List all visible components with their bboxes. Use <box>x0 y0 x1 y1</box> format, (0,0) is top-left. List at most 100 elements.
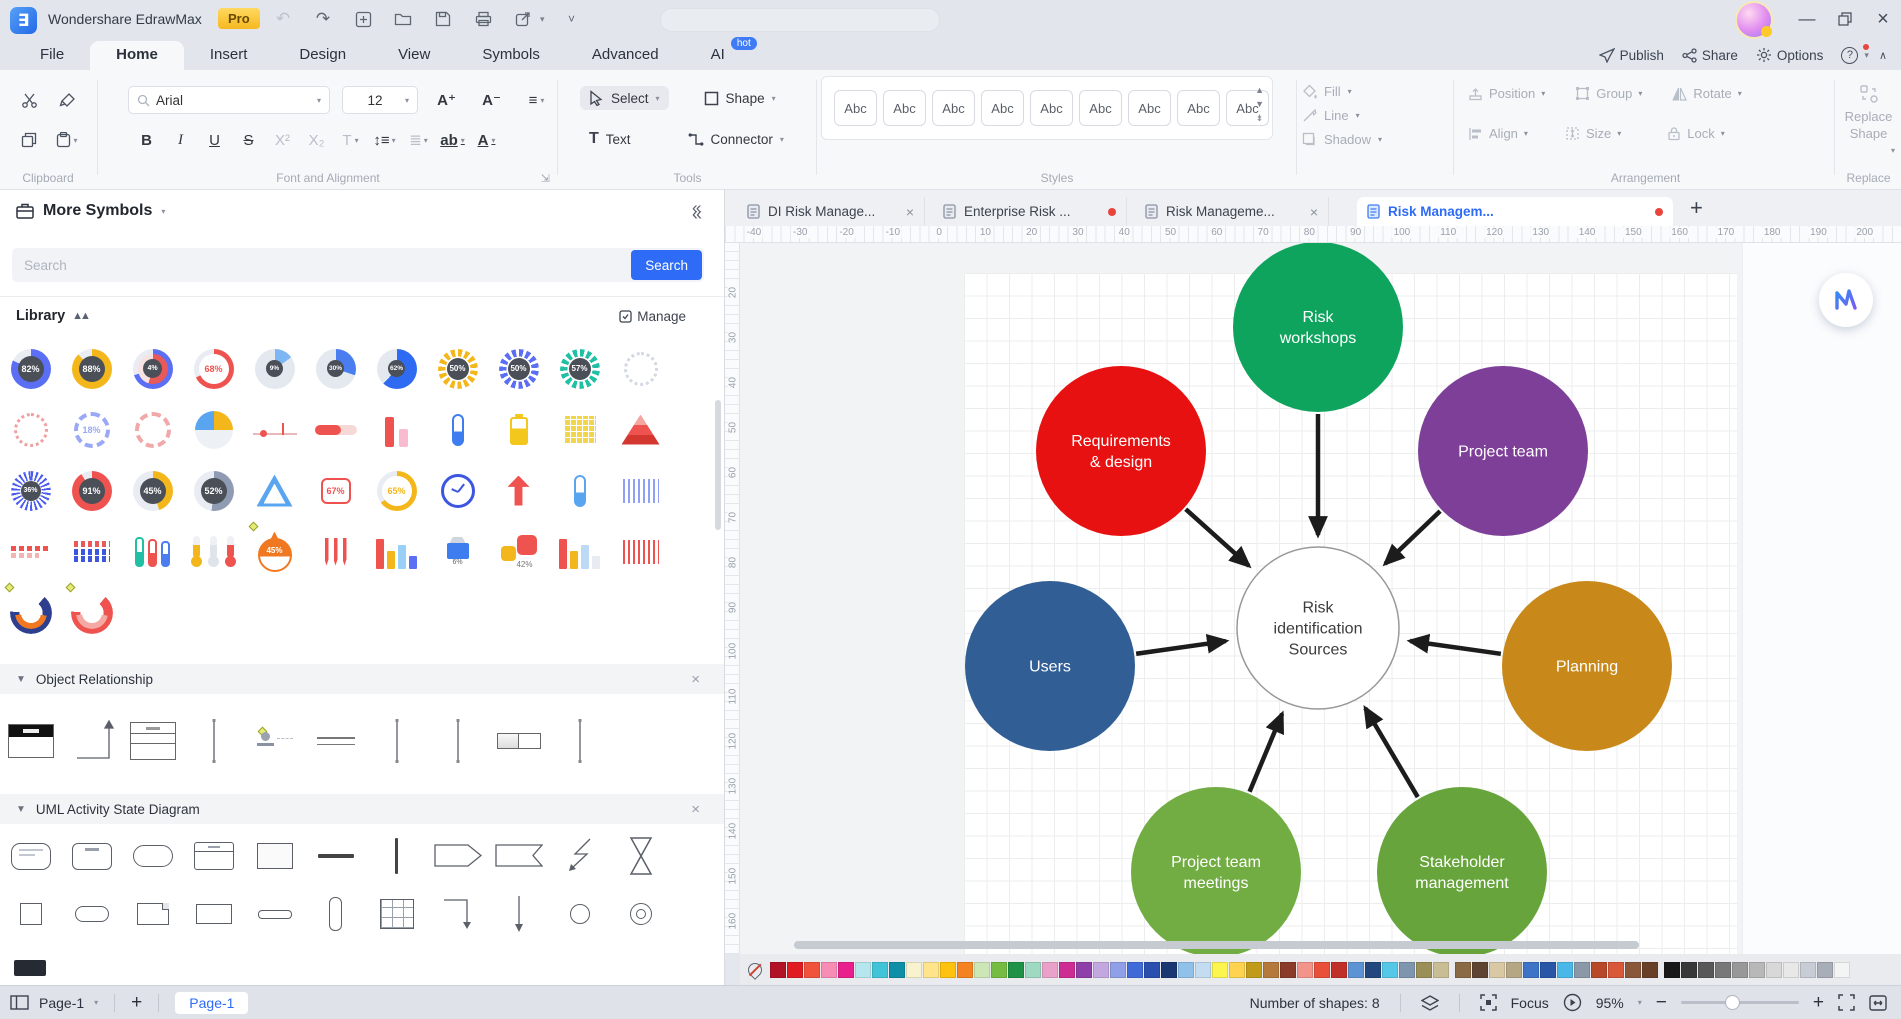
text-align-icon[interactable]: ≡ ▾ <box>520 86 553 114</box>
diagram-node[interactable]: Planning <box>1502 581 1672 751</box>
page-menu[interactable]: Page-1 <box>39 995 84 1011</box>
avatar[interactable] <box>1737 3 1772 37</box>
style-chip-1[interactable]: Abc <box>834 90 877 126</box>
library-symbol[interactable]: 82% <box>0 338 61 399</box>
color-swatch[interactable] <box>940 961 956 978</box>
library-symbol[interactable] <box>366 521 427 582</box>
maximize-button[interactable] <box>1828 0 1862 38</box>
library-symbol[interactable] <box>610 521 671 582</box>
color-swatch[interactable] <box>1382 961 1398 978</box>
font-color-button[interactable]: A ▾ <box>470 126 503 154</box>
color-swatch[interactable] <box>1574 961 1590 978</box>
shape-tube[interactable] <box>305 897 366 931</box>
subscript-button[interactable]: X₂ <box>300 126 333 154</box>
library-symbol[interactable]: 42% <box>488 521 549 582</box>
shape-tool[interactable]: Shape ▾ <box>695 87 785 110</box>
library-symbol[interactable] <box>244 460 305 521</box>
save-icon[interactable] <box>430 5 456 33</box>
text-tool[interactable]: T Text <box>580 126 640 152</box>
color-swatch[interactable] <box>1331 961 1347 978</box>
shape-object[interactable] <box>244 726 305 756</box>
color-swatch[interactable] <box>1093 961 1109 978</box>
zoom-slider-knob[interactable] <box>1724 995 1740 1010</box>
library-collapse-icon[interactable]: ▲▲ <box>72 310 91 322</box>
library-symbol[interactable] <box>0 399 61 460</box>
color-swatch[interactable] <box>1557 961 1573 978</box>
library-symbol[interactable]: 36% <box>0 460 61 521</box>
color-swatch[interactable] <box>974 961 990 978</box>
library-symbol[interactable]: 50% <box>488 338 549 399</box>
library-symbol[interactable]: 45% <box>122 460 183 521</box>
menu-view[interactable]: View <box>372 41 456 70</box>
color-swatch[interactable] <box>821 961 837 978</box>
cut-icon[interactable] <box>14 86 44 114</box>
style-chip-2[interactable]: Abc <box>883 90 926 126</box>
fullscreen-icon[interactable] <box>1838 994 1855 1011</box>
library-symbol[interactable] <box>305 399 366 460</box>
format-painter-icon[interactable] <box>52 86 82 114</box>
color-swatch[interactable] <box>1472 961 1488 978</box>
color-swatch[interactable] <box>1608 961 1624 978</box>
tab-close-icon[interactable]: × <box>906 204 914 220</box>
italic-button[interactable]: I <box>164 126 197 154</box>
shape-rounded_sm[interactable] <box>61 906 122 922</box>
shape-bar[interactable] <box>244 909 305 919</box>
library-symbol[interactable]: 88% <box>61 338 122 399</box>
text-style-button[interactable]: T ▾ <box>334 126 367 154</box>
new-tab-button[interactable]: + <box>1690 195 1703 221</box>
library-symbol[interactable] <box>488 399 549 460</box>
section-close-icon[interactable]: × <box>691 801 700 818</box>
color-swatch[interactable] <box>855 961 871 978</box>
shape-note[interactable] <box>122 903 183 925</box>
shape-class[interactable] <box>122 722 183 760</box>
share-button[interactable]: Share <box>1682 48 1738 63</box>
minimize-button[interactable]: — <box>1790 0 1824 38</box>
shape-split[interactable] <box>488 733 549 749</box>
color-swatch[interactable] <box>1540 961 1556 978</box>
shape-gridtable[interactable] <box>366 899 427 929</box>
zoom-value[interactable]: 95% <box>1596 995 1624 1011</box>
shape-vline[interactable] <box>427 716 488 766</box>
color-swatch[interactable] <box>1127 961 1143 978</box>
styles-up-icon[interactable]: ▲ <box>1255 85 1264 95</box>
style-chip-3[interactable]: Abc <box>932 90 975 126</box>
decrease-font-icon[interactable]: A⁻ <box>475 86 508 114</box>
line-button[interactable]: Line ▾ <box>1302 108 1452 123</box>
shape-zigzag[interactable] <box>549 837 610 875</box>
color-swatch[interactable] <box>1591 961 1607 978</box>
color-swatch[interactable] <box>1212 961 1228 978</box>
panel-scrollbar[interactable] <box>715 400 721 530</box>
shadow-button[interactable]: Shadow ▾ <box>1302 132 1452 147</box>
shape-eqlines[interactable] <box>305 732 366 750</box>
page-menu-caret-icon[interactable]: ▾ <box>94 998 98 1007</box>
section-collapse-icon[interactable]: ▼ <box>16 674 26 685</box>
export-icon[interactable] <box>510 5 536 33</box>
panel-title[interactable]: More Symbols <box>43 202 152 220</box>
shape-rounded[interactable] <box>122 845 183 867</box>
color-swatch[interactable] <box>1766 961 1782 978</box>
library-symbol[interactable]: 4% <box>122 338 183 399</box>
color-swatch[interactable] <box>889 961 905 978</box>
shape-state[interactable] <box>61 842 122 870</box>
style-chip-8[interactable]: Abc <box>1177 90 1220 126</box>
shape-card[interactable] <box>244 843 305 869</box>
style-chip-5[interactable]: Abc <box>1030 90 1073 126</box>
color-swatch[interactable] <box>1642 961 1658 978</box>
library-symbol[interactable]: 6% <box>427 521 488 582</box>
menu-symbols[interactable]: Symbols <box>456 41 566 70</box>
library-symbol[interactable] <box>366 399 427 460</box>
library-symbol[interactable] <box>61 521 122 582</box>
tabbar-collapse-icon[interactable]: « <box>692 198 701 218</box>
presentation-icon[interactable] <box>1563 993 1582 1012</box>
increase-font-icon[interactable]: A⁺ <box>430 86 463 114</box>
color-swatch[interactable] <box>1280 961 1296 978</box>
library-symbol[interactable]: 50% <box>427 338 488 399</box>
shape-circle[interactable] <box>549 904 610 924</box>
shape-vline[interactable] <box>366 716 427 766</box>
color-swatch[interactable] <box>991 961 1007 978</box>
library-symbol[interactable] <box>61 582 122 643</box>
color-swatch[interactable] <box>1749 961 1765 978</box>
color-swatch[interactable] <box>1783 961 1799 978</box>
color-swatch[interactable] <box>1263 961 1279 978</box>
color-swatch[interactable] <box>804 961 820 978</box>
